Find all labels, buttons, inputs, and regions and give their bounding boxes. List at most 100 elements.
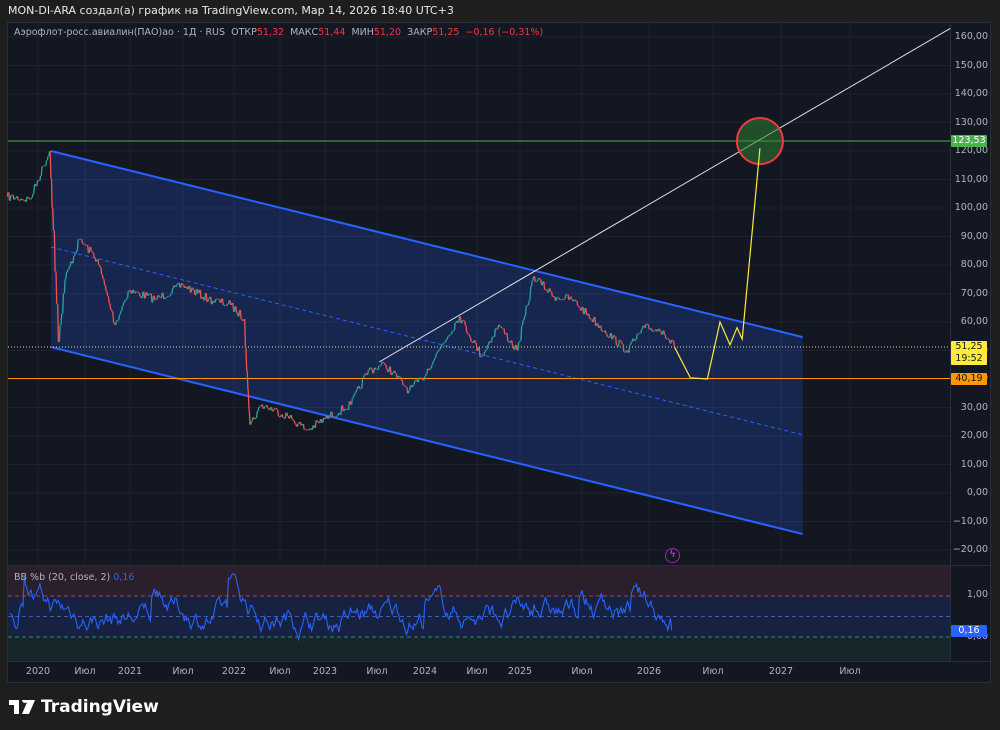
time-axis-label: Июл: [466, 666, 488, 677]
price-candle: [632, 338, 635, 341]
price-candle: [628, 344, 631, 353]
price-candle: [236, 312, 239, 317]
price-candle: [220, 298, 223, 303]
price-candle: [308, 428, 311, 431]
price-candle: [673, 340, 676, 348]
price-candle: [50, 178, 53, 208]
price-candle: [498, 324, 501, 327]
bb-upper-zone: [8, 566, 950, 596]
time-axis-label: 2026: [636, 666, 662, 677]
price-candle: [598, 325, 601, 328]
price-candle: [487, 341, 490, 346]
price-candle: [414, 379, 417, 382]
price-candle: [272, 409, 275, 412]
price-candle: [547, 288, 550, 293]
price-candle: [439, 347, 442, 350]
price-candle: [527, 300, 530, 306]
price-axis-label: 70,00: [960, 287, 988, 299]
price-axis-label: −20,00: [952, 544, 988, 555]
price-candle: [123, 299, 126, 303]
price-candle: [489, 341, 492, 343]
price-candle: [567, 294, 570, 300]
price-candle: [631, 338, 634, 343]
price-candle: [480, 355, 482, 358]
price-candle: [477, 347, 480, 352]
price-candle: [69, 261, 72, 267]
price-axis-label: 130,00: [954, 116, 988, 128]
price-candle: [533, 276, 536, 283]
price-candle: [107, 295, 110, 304]
price-candle: [115, 320, 118, 325]
price-candle: [140, 296, 143, 299]
price-candle: [395, 373, 398, 379]
price-candle: [426, 368, 429, 375]
price-candle: [506, 333, 509, 342]
price-candle: [613, 335, 616, 337]
price-candle: [416, 379, 419, 383]
time-axis-label: Июл: [571, 666, 593, 677]
price-candle: [358, 385, 361, 389]
chart-canvas[interactable]: [0, 0, 1000, 730]
lightning-icon[interactable]: ϟ: [665, 548, 680, 563]
price-candle: [301, 423, 304, 426]
price-candle: [109, 303, 112, 310]
price-candle: [157, 294, 160, 298]
price-candle: [33, 184, 36, 194]
price-candle: [543, 281, 546, 291]
bb-lower-zone: [8, 637, 950, 661]
price-candle: [6, 192, 9, 197]
price-candle: [101, 274, 104, 280]
price-candle: [169, 293, 172, 296]
price-candle: [609, 332, 612, 338]
price-candle: [147, 293, 150, 296]
price-candle: [606, 333, 609, 338]
price-candle: [464, 320, 467, 326]
price-candle: [238, 310, 241, 317]
price-candle: [260, 404, 263, 407]
price-candle: [524, 305, 527, 316]
price-candle: [374, 367, 377, 370]
price-candle: [296, 423, 299, 427]
price-candle: [577, 305, 580, 308]
price-candle: [58, 324, 61, 342]
price-candle: [601, 330, 604, 333]
price-candle: [295, 423, 298, 427]
price-axis-label: 150,00: [954, 59, 988, 71]
price-candle: [8, 192, 11, 201]
price-candle: [267, 408, 270, 411]
price-candle: [162, 292, 165, 300]
indicator-legend[interactable]: BB %b (20, close, 2) 0,16: [14, 572, 134, 583]
price-candle: [573, 299, 576, 302]
price-candle: [55, 271, 58, 304]
price-candle: [226, 303, 229, 306]
price-candle: [180, 283, 183, 288]
price-candle: [190, 287, 193, 293]
price-axis-label: 100,00: [954, 202, 988, 213]
time-axis-label: Июл: [74, 666, 96, 677]
price-candle: [564, 294, 567, 300]
price-candle: [183, 284, 186, 289]
price-candle: [508, 340, 510, 344]
price-candle: [377, 365, 380, 370]
price-candle: [40, 166, 43, 177]
price-candle: [671, 339, 674, 342]
price-candle: [46, 155, 49, 161]
price-candle: [112, 311, 115, 324]
price-candle: [246, 370, 249, 391]
price-candle: [549, 288, 552, 292]
price-candle: [119, 310, 122, 315]
price-candle: [450, 331, 453, 335]
price-candle: [574, 299, 577, 302]
price-candle: [535, 280, 538, 283]
price-candle: [126, 290, 129, 299]
price-candle: [640, 328, 643, 334]
price-candle: [505, 332, 507, 335]
price-candle: [178, 282, 181, 288]
price-candle: [371, 368, 374, 374]
symbol-legend[interactable]: Аэрофлот-росс.авиалин(ПАО)ао · 1Д · RUS …: [14, 27, 543, 38]
price-candle: [471, 341, 474, 344]
price-candle: [382, 361, 385, 364]
time-axis-label: Июл: [702, 666, 724, 677]
price-candle: [39, 176, 42, 181]
last-price: 51,25: [955, 341, 983, 352]
